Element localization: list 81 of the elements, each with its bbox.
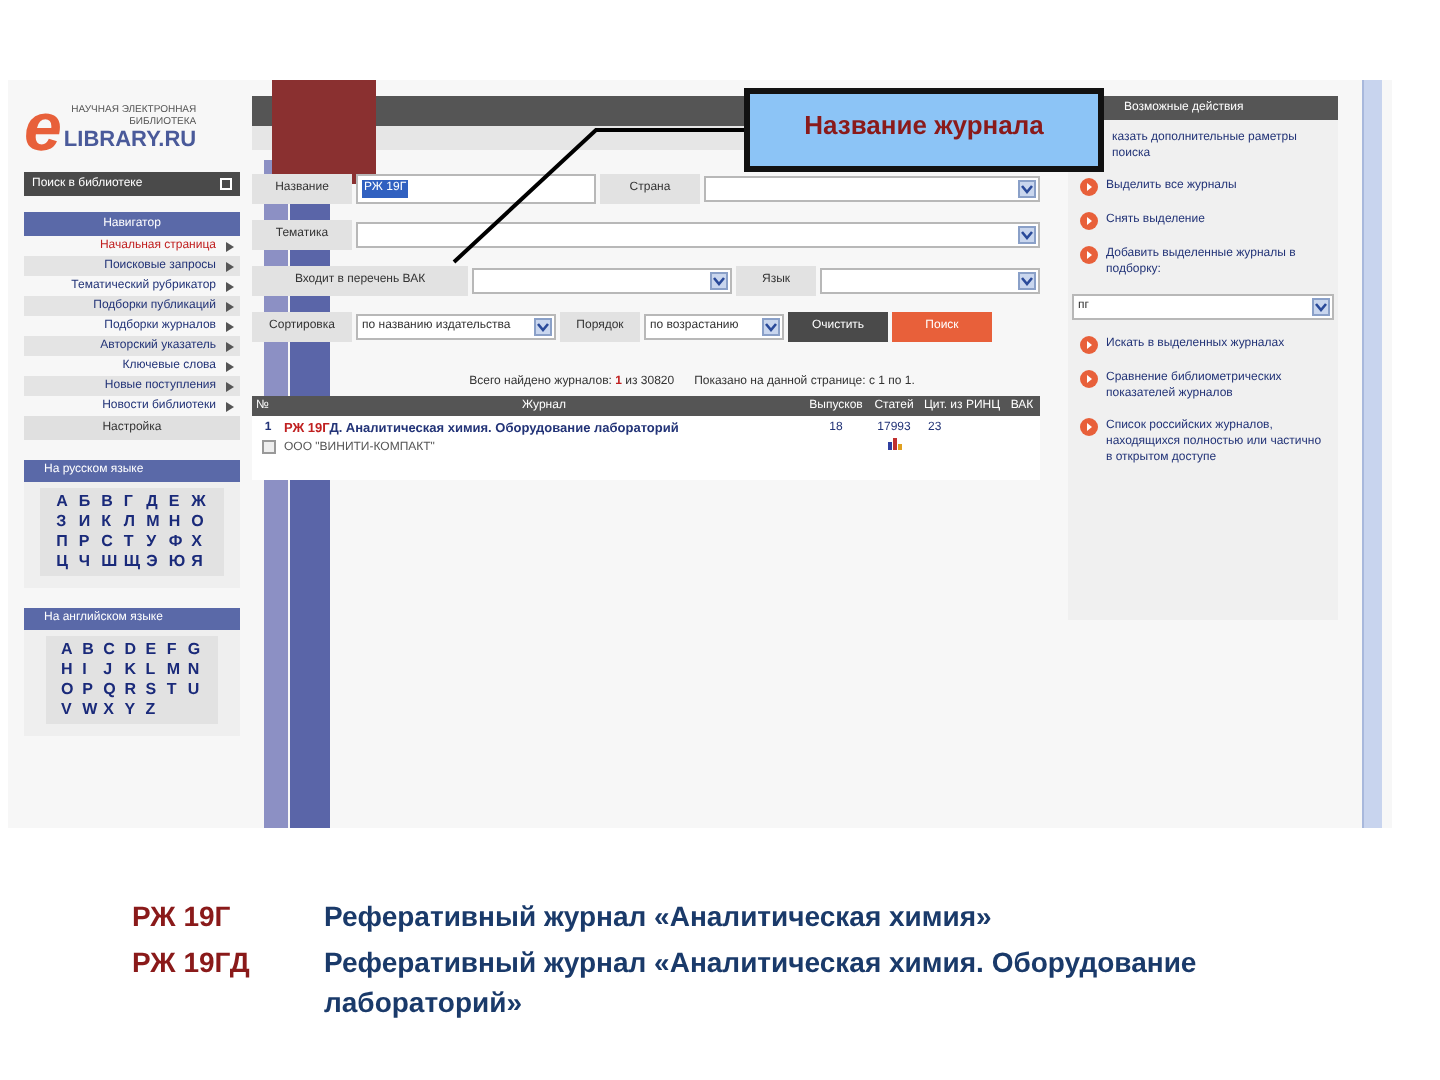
letter-link[interactable]: Ю (168, 552, 186, 572)
letter-link[interactable]: Z (145, 700, 161, 720)
journal-cover-photo (272, 80, 376, 184)
letter-link[interactable]: С (101, 532, 118, 552)
language-select[interactable] (820, 268, 1040, 294)
letter-link[interactable]: B (82, 640, 98, 660)
letter-link[interactable]: P (82, 680, 98, 700)
dropdown-arrow-icon[interactable] (1018, 226, 1036, 244)
letter-link[interactable]: H (61, 660, 77, 680)
letter-link[interactable]: П (56, 532, 73, 552)
letter-link[interactable]: Е (168, 492, 186, 512)
logo-name: LIBRARY.RU (63, 128, 197, 152)
letter-link[interactable]: В (101, 492, 118, 512)
letter-link[interactable]: М (146, 512, 163, 532)
letter-link[interactable]: Y (124, 700, 140, 720)
letter-link[interactable]: Э (146, 552, 163, 572)
letter-link[interactable]: К (101, 512, 118, 532)
letter-link[interactable]: Т (123, 532, 141, 552)
letter-link[interactable]: У (146, 532, 163, 552)
dropdown-arrow-icon[interactable] (1312, 298, 1330, 316)
letter-link[interactable]: F (166, 640, 182, 660)
letter-link[interactable]: Л (123, 512, 141, 532)
dropdown-arrow-icon[interactable] (1018, 180, 1036, 198)
letter-link[interactable]: Р (78, 532, 96, 552)
letter-link[interactable]: V (61, 700, 77, 720)
letter-link[interactable]: Б (78, 492, 96, 512)
letter-link[interactable]: W (82, 700, 98, 720)
letter-link[interactable]: Г (123, 492, 141, 512)
letter-link[interactable]: M (166, 660, 182, 680)
vak-select[interactable] (472, 268, 732, 294)
letter-link[interactable]: E (145, 640, 161, 660)
arrow-bullet-icon (1080, 246, 1098, 264)
letter-link[interactable]: J (103, 660, 119, 680)
expand-icon (220, 178, 232, 190)
dropdown-arrow-icon[interactable] (710, 272, 728, 290)
dropdown-arrow-icon[interactable] (1018, 272, 1036, 290)
letter-link[interactable]: Q (103, 680, 119, 700)
letter-link[interactable]: Ф (168, 532, 186, 552)
letter-link[interactable]: Н (168, 512, 186, 532)
arrow-bullet-icon (1080, 418, 1098, 436)
arrow-bullet-icon (1080, 336, 1098, 354)
dropdown-arrow-icon[interactable] (534, 318, 552, 336)
dropdown-arrow-icon[interactable] (762, 318, 780, 336)
letter-link[interactable]: Ц (56, 552, 73, 572)
letter-link[interactable]: А (56, 492, 73, 512)
journal-description: Реферативный журнал «Аналитическая химия. Оборудование лабораторий» (324, 944, 1199, 1022)
letter-link[interactable]: З (56, 512, 73, 532)
letter-link[interactable]: Д (146, 492, 163, 512)
scrollbar[interactable] (1362, 80, 1382, 828)
letter-link[interactable]: T (166, 680, 182, 700)
letter-link[interactable]: О (191, 512, 208, 532)
letter-link[interactable]: G (187, 640, 203, 660)
letter-link[interactable]: O (61, 680, 77, 700)
letter-link[interactable]: S (145, 680, 161, 700)
row-checkbox[interactable] (261, 440, 275, 454)
journal-code: РЖ 19ГД (132, 944, 252, 982)
letter-link[interactable]: Ш (101, 552, 118, 572)
callout-box: Название журнала (744, 88, 1104, 172)
journal-code: РЖ 19Г (132, 898, 233, 936)
letter-link[interactable]: K (124, 660, 140, 680)
arrow-bullet-icon (1080, 212, 1098, 230)
letter-link[interactable]: Ч (78, 552, 96, 572)
letter-link[interactable]: Я (191, 552, 208, 572)
letter-link[interactable]: N (187, 660, 203, 680)
letter-link[interactable]: R (124, 680, 140, 700)
journal-description: Реферативный журнал «Аналитическая химия» (324, 898, 994, 936)
letter-link[interactable]: C (103, 640, 119, 660)
letter-link[interactable]: L (145, 660, 161, 680)
letter-link[interactable]: I (82, 660, 98, 680)
letter-link[interactable]: U (187, 680, 203, 700)
arrow-bullet-icon (1080, 370, 1098, 388)
letter-link[interactable]: Х (191, 532, 208, 552)
bar-chart-icon[interactable] (887, 438, 901, 450)
letter-link[interactable]: Щ (123, 552, 141, 572)
letter-link[interactable]: A (61, 640, 77, 660)
letter-link[interactable]: Ж (191, 492, 208, 512)
letter-link[interactable]: X (103, 700, 119, 720)
letter-link[interactable]: И (78, 512, 96, 532)
logo-letter: e (24, 94, 62, 162)
letter-link[interactable]: D (124, 640, 140, 660)
arrow-bullet-icon (1080, 178, 1098, 196)
